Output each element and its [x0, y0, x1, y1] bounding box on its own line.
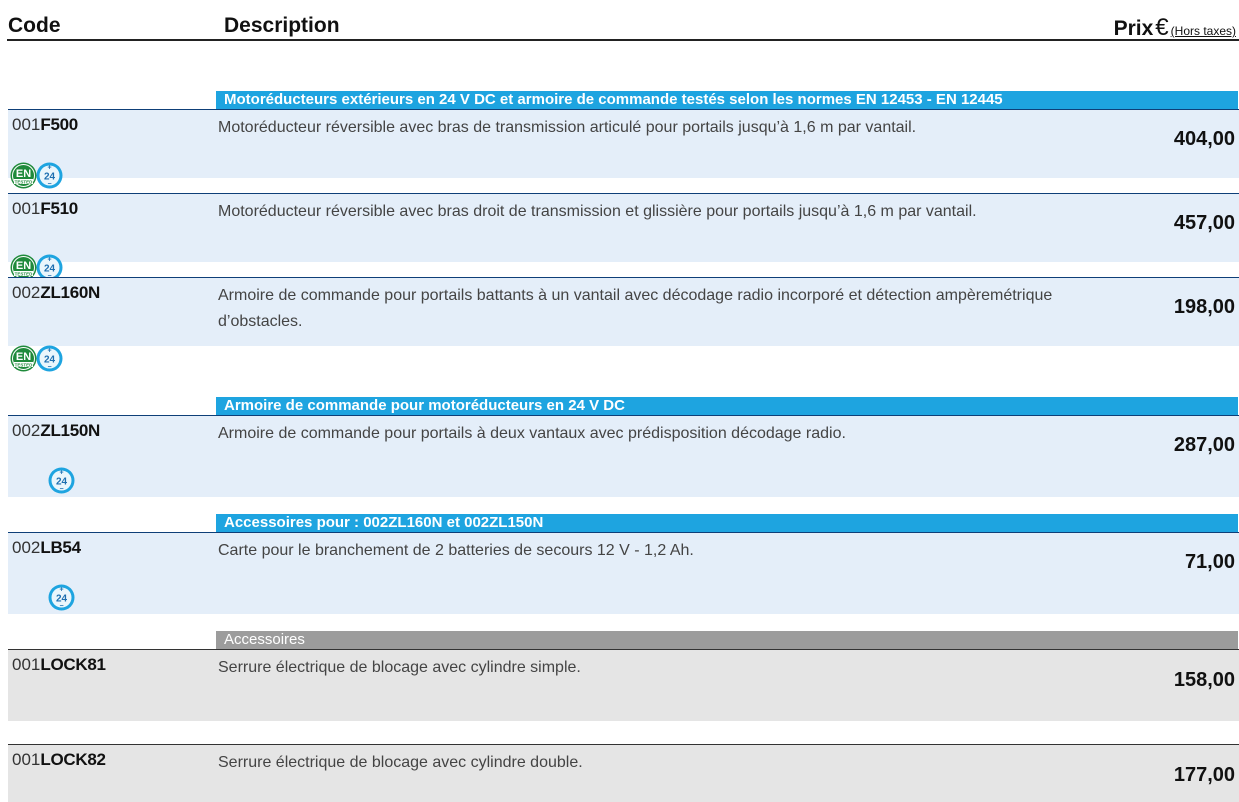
product-code: 002ZL150N: [12, 421, 100, 440]
table-row: 001LOCK81 Serrure électrique de blocage …: [8, 649, 1239, 721]
svg-text:+: +: [47, 257, 51, 264]
product-price: 71,00: [1184, 551, 1235, 573]
product-code: 001F500: [12, 115, 78, 134]
product-code: 001LOCK82: [12, 750, 106, 769]
product-description: Serrure électrique de blocage avec cylin…: [218, 659, 581, 676]
header-divider: [7, 39, 1239, 41]
en-tested-badge-icon: ENTESTED: [10, 345, 37, 372]
product-code: 001LOCK81: [12, 655, 106, 674]
svg-text:−: −: [59, 486, 63, 493]
product-code: 002LB54: [12, 538, 81, 557]
product-description: Armoire de commande pour portails à deux…: [218, 425, 846, 442]
product-price: 457,00: [1173, 212, 1235, 234]
column-header-price: Prix€ (Hors taxes): [1114, 14, 1236, 42]
product-price: 177,00: [1173, 764, 1235, 786]
hors-taxes-note: (Hors taxes): [1170, 24, 1236, 38]
24v-badge-icon: +24−: [36, 345, 63, 372]
product-description: Motoréducteur réversible avec bras droit…: [218, 203, 977, 220]
price-label: Prix: [1113, 17, 1154, 40]
24v-badge-icon: +24−: [48, 467, 75, 494]
euro-symbol: €: [1155, 14, 1169, 41]
section-header-accessoires-pour: Accessoires pour : 002ZL160N et 002ZL150…: [216, 514, 1238, 532]
table-row: 001F510 Motoréducteur réversible avec br…: [8, 193, 1239, 281]
svg-text:+: +: [47, 165, 51, 172]
table-row: 002LB54 Carte pour le branchement de 2 b…: [8, 532, 1239, 614]
24v-badge-icon: +24−: [48, 584, 75, 611]
table-row: 002ZL150N Armoire de commande pour porta…: [8, 415, 1239, 497]
product-description: Armoire de commande pour portails battan…: [218, 287, 1053, 330]
svg-text:EN: EN: [16, 351, 31, 363]
svg-text:+: +: [59, 470, 63, 477]
svg-text:TESTED: TESTED: [15, 362, 34, 367]
product-price: 404,00: [1173, 128, 1235, 150]
product-code: 002ZL160N: [12, 283, 100, 302]
product-price: 158,00: [1173, 669, 1235, 691]
table-row: 001F500 Motoréducteur réversible avec br…: [8, 109, 1239, 189]
product-description: Carte pour le branchement de 2 batteries…: [218, 542, 694, 559]
column-header-code: Code: [8, 14, 61, 37]
svg-text:+: +: [59, 587, 63, 594]
row-spacer: [8, 178, 1239, 192]
product-description: Serrure électrique de blocage avec cylin…: [218, 754, 583, 771]
section-header-motoreducteurs: Motoréducteurs extérieurs en 24 V DC et …: [216, 91, 1238, 109]
product-description: Motoréducteur réversible avec bras de tr…: [218, 119, 917, 136]
svg-text:TESTED: TESTED: [15, 271, 34, 276]
svg-text:−: −: [47, 364, 51, 371]
table-row: 001LOCK82 Serrure électrique de blocage …: [8, 744, 1239, 802]
table-row: 002ZL160N Armoire de commande pour porta…: [8, 277, 1239, 372]
section-header-armoire: Armoire de commande pour motoréducteurs …: [216, 397, 1238, 415]
svg-text:−: −: [59, 603, 63, 610]
product-price: 198,00: [1173, 296, 1235, 318]
svg-text:+: +: [47, 348, 51, 355]
product-price: 287,00: [1173, 434, 1235, 456]
product-code: 001F510: [12, 199, 78, 218]
svg-text:EN: EN: [16, 260, 31, 272]
column-header-description: Description: [224, 14, 340, 37]
section-header-accessoires: Accessoires: [216, 631, 1238, 649]
